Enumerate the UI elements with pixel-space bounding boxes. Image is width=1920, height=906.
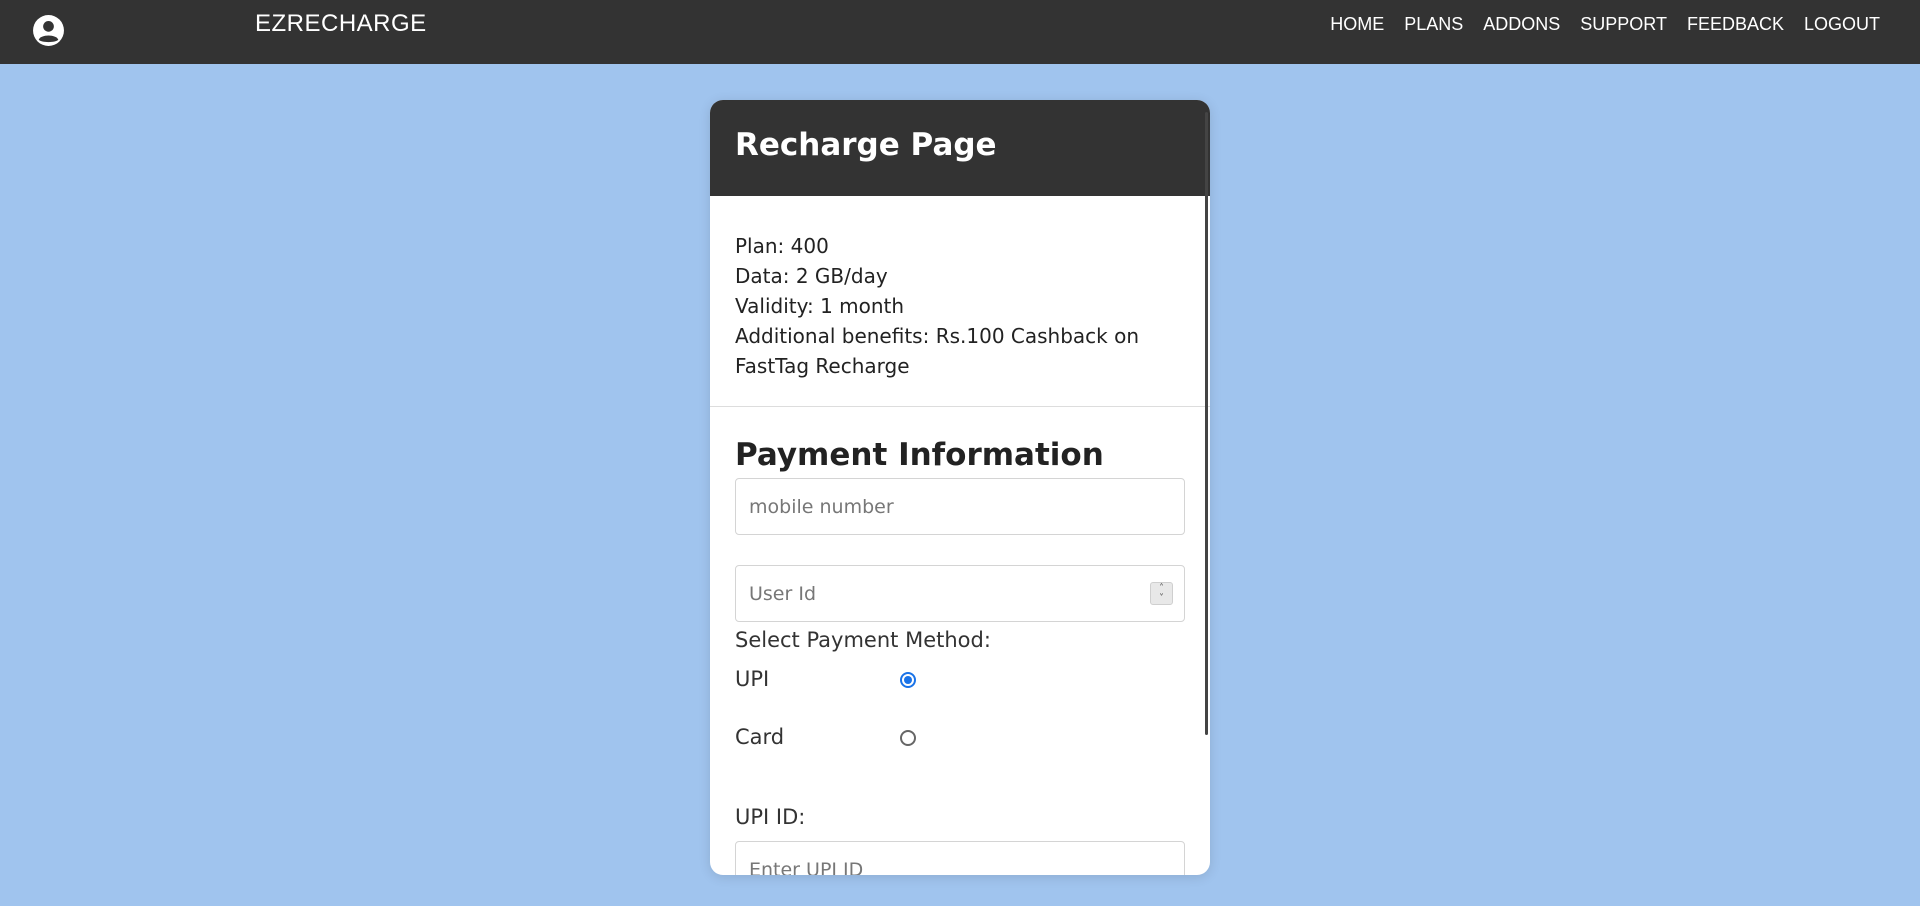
nav-plans[interactable]: PLANS <box>1404 14 1463 35</box>
user-id-input[interactable] <box>735 565 1185 622</box>
nav-home[interactable]: HOME <box>1330 14 1384 35</box>
plan-validity: Validity: 1 month <box>735 294 905 318</box>
user-id-field: ˄˅ <box>735 565 1185 622</box>
card-radio[interactable] <box>900 730 916 746</box>
upi-option-label: UPI <box>735 667 770 691</box>
top-navbar: EZRECHARGE HOME PLANS ADDONS SUPPORT FEE… <box>0 0 1920 64</box>
nav-logout[interactable]: LOGOUT <box>1804 14 1880 35</box>
nav-addons[interactable]: ADDONS <box>1483 14 1560 35</box>
nav-feedback[interactable]: FEEDBACK <box>1687 14 1784 35</box>
payment-section: Payment Information ˄˅ Select Payment Me… <box>710 407 1210 875</box>
payment-option-upi: UPI <box>735 652 1185 710</box>
card-option-label: Card <box>735 725 785 749</box>
nav-support[interactable]: SUPPORT <box>1580 14 1667 35</box>
user-avatar-icon[interactable] <box>32 14 65 47</box>
card-scrollbar[interactable] <box>1205 112 1208 735</box>
payment-method-label: Select Payment Method: <box>735 628 991 652</box>
brand-logo[interactable]: EZRECHARGE <box>255 10 427 38</box>
plan-details: Plan: 400 Data: 2 GB/day Validity: 1 mon… <box>710 196 1210 407</box>
plan-data: Data: 2 GB/day <box>735 264 888 288</box>
nav-links: HOME PLANS ADDONS SUPPORT FEEDBACK LOGOU… <box>1310 14 1880 35</box>
plan-amount: Plan: 400 <box>735 234 829 258</box>
upi-id-label: UPI ID: <box>735 805 806 829</box>
payment-option-card: Card <box>735 710 1185 768</box>
page-title: Recharge Page <box>735 127 997 163</box>
mobile-number-input[interactable] <box>735 478 1185 535</box>
plan-benefits: Additional benefits: Rs.100 Cashback on … <box>735 324 1140 378</box>
payment-title: Payment Information <box>735 437 1104 473</box>
number-spinner-icon[interactable]: ˄ ˅ <box>1150 582 1173 605</box>
card-header: Recharge Page <box>710 100 1210 196</box>
upi-id-input[interactable] <box>735 841 1185 875</box>
upi-radio[interactable] <box>900 672 916 688</box>
recharge-card: Recharge Page Plan: 400 Data: 2 GB/day V… <box>710 100 1210 875</box>
